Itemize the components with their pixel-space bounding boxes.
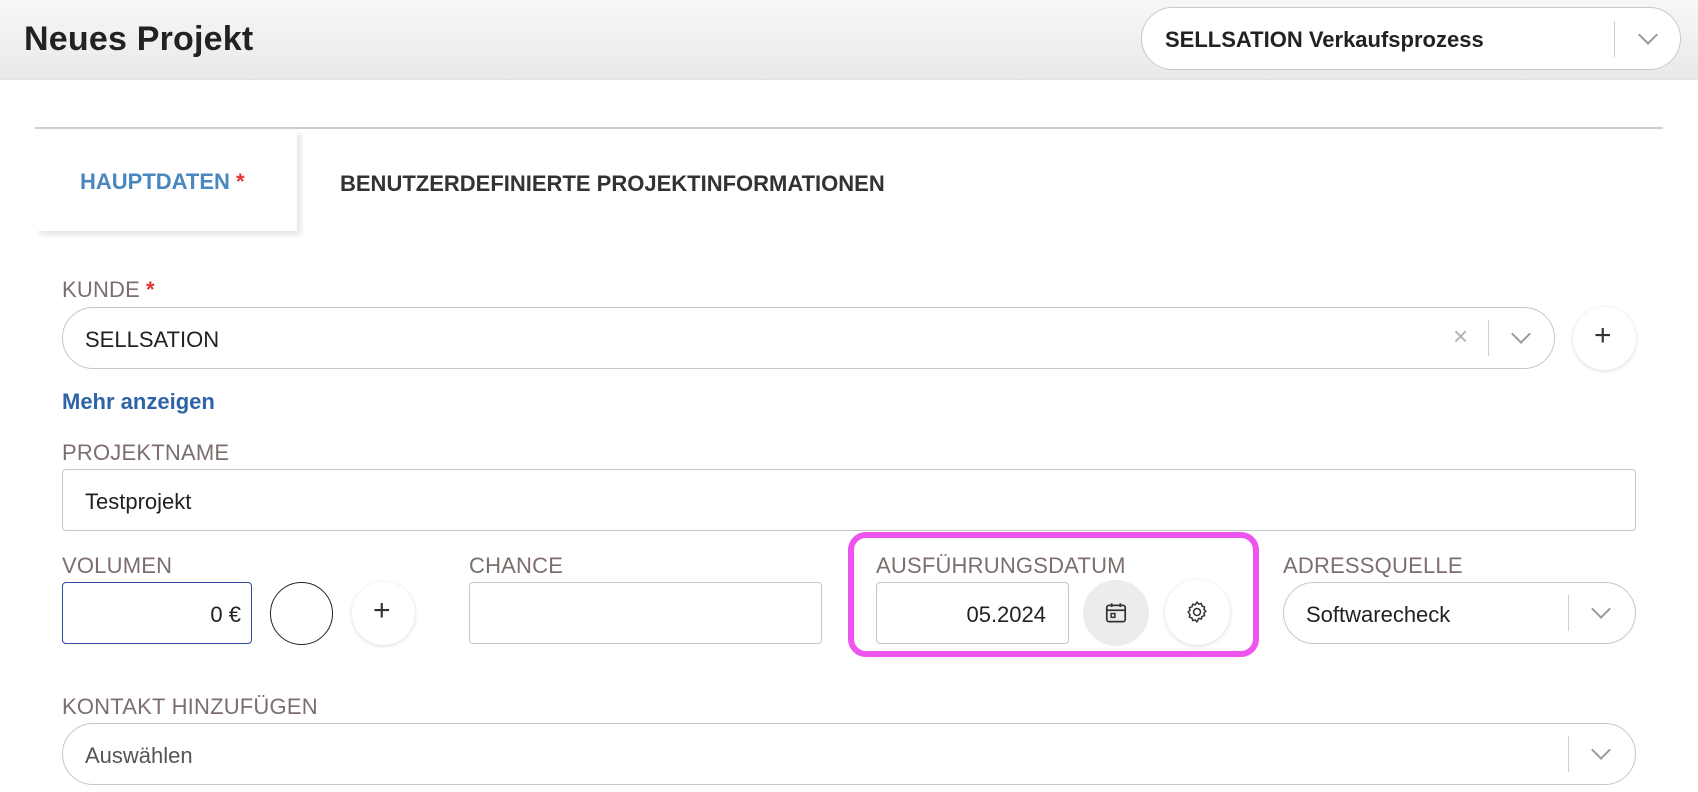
add-contact-label: KONTAKT HINZUFÜGEN xyxy=(62,694,318,719)
required-mark: * xyxy=(236,169,245,194)
project-name-input[interactable]: Testprojekt xyxy=(62,469,1636,531)
address-source-select[interactable]: Softwarecheck xyxy=(1283,582,1636,644)
chevron-down-icon[interactable] xyxy=(1591,740,1611,760)
address-source-value: Softwarecheck xyxy=(1306,602,1451,627)
chance-label: CHANCE xyxy=(469,553,564,578)
select-separator xyxy=(1614,21,1615,57)
add-volume-button[interactable]: + xyxy=(352,582,415,645)
chevron-down-icon[interactable] xyxy=(1591,599,1611,619)
select-separator xyxy=(1488,320,1489,356)
tab-hauptdaten[interactable]: HAUPTDATEN * xyxy=(35,130,297,231)
chevron-down-icon[interactable] xyxy=(1638,25,1658,45)
clear-icon[interactable]: × xyxy=(1453,323,1468,349)
tab-hauptdaten-label: HAUPTDATEN * xyxy=(80,169,245,194)
tabs-divider xyxy=(35,127,1663,129)
required-mark: * xyxy=(146,277,155,302)
project-name-value: Testprojekt xyxy=(85,489,192,514)
chance-input[interactable] xyxy=(469,582,822,644)
customer-select-value: SELLSATION xyxy=(85,327,220,352)
page-title: Neues Projekt xyxy=(24,20,254,58)
select-separator xyxy=(1568,736,1569,772)
tab-benutzerdefinierte-projektinformationen[interactable]: BENUTZERDEFINIERTE PROJEKTINFORMATIONEN xyxy=(340,171,885,197)
add-contact-select[interactable]: Auswählen xyxy=(62,723,1636,785)
address-source-label: ADRESSQUELLE xyxy=(1283,553,1463,578)
process-select-value: SELLSATION Verkaufsprozess xyxy=(1165,27,1484,52)
select-separator xyxy=(1568,595,1569,631)
show-more-link[interactable]: Mehr anzeigen xyxy=(62,389,215,415)
customer-label: KUNDE * xyxy=(62,277,155,302)
highlight-frame xyxy=(848,532,1259,657)
customer-select[interactable]: SELLSATION × xyxy=(62,307,1555,369)
volume-label: VOLUMEN xyxy=(62,553,173,578)
add-customer-button[interactable]: + xyxy=(1573,307,1636,370)
color-picker-circle[interactable] xyxy=(270,582,333,645)
process-select[interactable]: SELLSATION Verkaufsprozess xyxy=(1141,7,1681,70)
add-contact-placeholder: Auswählen xyxy=(85,743,193,768)
plus-icon: + xyxy=(373,594,391,627)
chevron-down-icon[interactable] xyxy=(1511,324,1531,344)
project-name-label: PROJEKTNAME xyxy=(62,440,230,465)
header-bar: Neues Projekt SELLSATION Verkaufsprozess xyxy=(0,0,1698,80)
plus-icon: + xyxy=(1594,319,1612,352)
volume-input[interactable]: 0 € xyxy=(62,582,252,644)
volume-value: 0 € xyxy=(210,602,241,627)
